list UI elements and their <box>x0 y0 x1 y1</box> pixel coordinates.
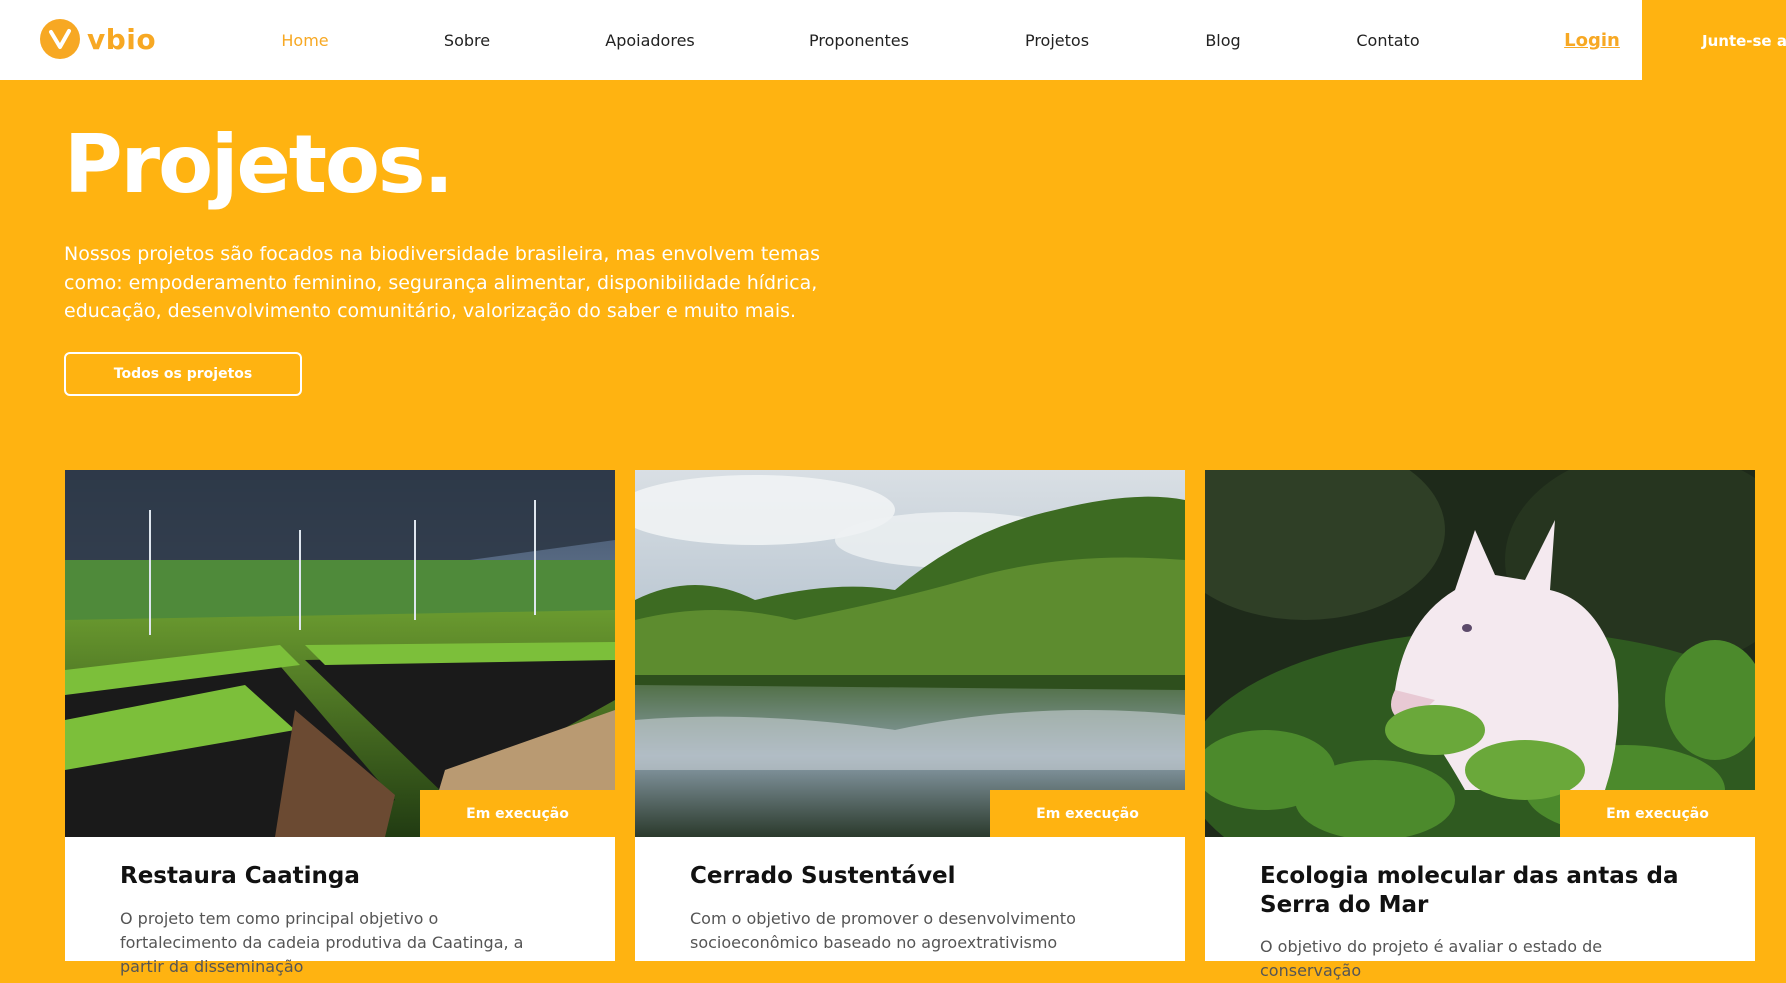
join-button[interactable]: Junte-se a n <box>1642 0 1786 80</box>
site-header: vbio Home Sobre Apoiadores Proponentes P… <box>0 0 1642 80</box>
nav-blog[interactable]: Blog <box>1205 31 1240 50</box>
card-title[interactable]: Ecologia molecular das antas da Serra do… <box>1260 862 1700 920</box>
card-description: Com o objetivo de promover o desenvolvim… <box>690 909 1076 952</box>
nav-contato[interactable]: Contato <box>1356 31 1419 50</box>
project-image-tapir[interactable] <box>1205 470 1755 837</box>
nav-sobre[interactable]: Sobre <box>444 31 490 50</box>
project-image-nursery[interactable] <box>65 470 615 837</box>
nav-home[interactable]: Home <box>281 31 328 50</box>
card-title[interactable]: Cerrado Sustentável <box>690 862 1130 891</box>
project-card[interactable]: Em execução Cerrado Sustentável Com o ob… <box>635 470 1185 961</box>
all-projects-button[interactable]: Todos os projetos <box>64 352 302 396</box>
project-card[interactable]: Em execução Restaura Caatinga O projeto … <box>65 470 615 976</box>
card-description: O objetivo do projeto é avaliar o estado… <box>1260 937 1603 980</box>
project-card[interactable]: Em execução Ecologia molecular das antas… <box>1205 470 1755 980</box>
status-badge: Em execução <box>420 790 615 838</box>
nav-projetos[interactable]: Projetos <box>1025 31 1089 50</box>
project-image-river[interactable] <box>635 470 1185 837</box>
card-body: Cerrado Sustentável Com o objetivo de pr… <box>635 837 1185 961</box>
nav-proponentes[interactable]: Proponentes <box>809 31 909 50</box>
status-badge: Em execução <box>1560 790 1755 838</box>
status-badge: Em execução <box>990 790 1185 838</box>
card-body: Ecologia molecular das antas da Serra do… <box>1205 837 1755 980</box>
card-description: O projeto tem como principal objetivo o … <box>120 909 524 976</box>
nav-apoiadores[interactable]: Apoiadores <box>605 31 695 50</box>
hero-description: Nossos projetos são focados na biodivers… <box>64 243 821 322</box>
logo[interactable]: vbio <box>40 19 156 59</box>
login-link[interactable]: Login <box>1564 30 1620 51</box>
logo-v-icon <box>40 19 80 59</box>
page-title: Projetos. <box>64 118 454 211</box>
logo-text: vbio <box>87 22 157 56</box>
card-title[interactable]: Restaura Caatinga <box>120 862 560 891</box>
card-body: Restaura Caatinga O projeto tem como pri… <box>65 837 615 976</box>
join-button-label: Junte-se a n <box>1702 32 1786 50</box>
